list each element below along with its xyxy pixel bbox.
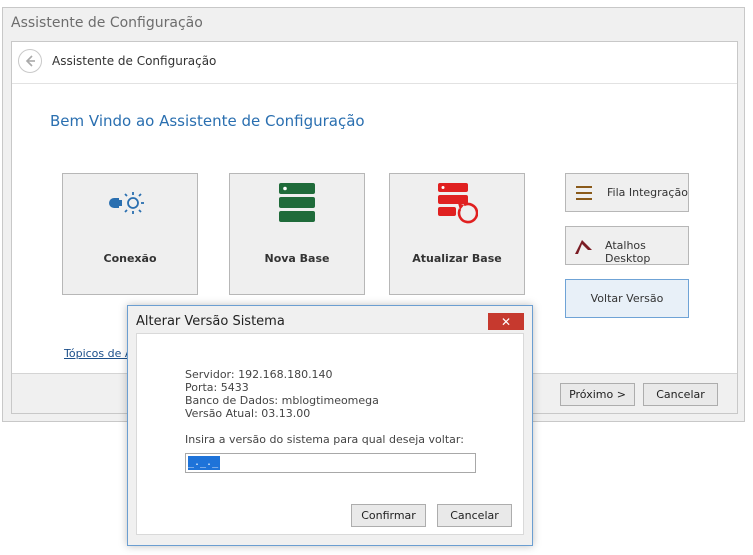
window-title: Assistente de Configuração: [11, 15, 203, 31]
dialog-panel: Servidor: 192.168.180.140 Porta: 5433 Ba…: [136, 333, 524, 535]
arrow-left-icon: [25, 55, 35, 67]
close-button[interactable]: ✕: [488, 313, 524, 330]
atalhos-label: Atalhos Desktop: [605, 239, 651, 265]
alterar-versao-dialog: Alterar Versão Sistema ✕ Servidor: 192.1…: [127, 305, 533, 546]
tile-label: Conexão: [103, 252, 157, 265]
atalhos-desktop-button[interactable]: Atalhos Desktop: [565, 226, 689, 265]
fila-label: Fila Integração: [607, 186, 688, 199]
database-info: Banco de Dados: mblogtimeomega: [185, 394, 379, 407]
back-button[interactable]: [18, 49, 42, 73]
connection-icon: [63, 182, 197, 224]
cancel-button[interactable]: Cancelar: [643, 383, 718, 406]
confirm-button[interactable]: Confirmar: [351, 504, 426, 527]
server-info: Servidor: 192.168.180.140: [185, 368, 333, 381]
version-prompt: Insira a versão do sistema para qual des…: [185, 433, 464, 446]
fila-integracao-button[interactable]: Fila Integração: [565, 173, 689, 212]
port-info: Porta: 5433: [185, 381, 249, 394]
dialog-title: Alterar Versão Sistema: [136, 314, 285, 329]
tile-label: Atualizar Base: [412, 252, 502, 265]
header-title: Assistente de Configuração: [52, 54, 217, 68]
database-refresh-icon: [390, 182, 524, 224]
help-topics-link[interactable]: Tópicos de Aj: [64, 347, 135, 360]
wizard-header: Assistente de Configuração: [12, 42, 737, 84]
shortcut-arrow-icon: [575, 240, 592, 254]
version-input-value: _._._: [188, 456, 220, 470]
list-icon: [576, 186, 592, 200]
current-version-info: Versão Atual: 03.13.00: [185, 407, 311, 420]
version-input[interactable]: _._._: [185, 453, 476, 473]
database-icon: [230, 182, 364, 224]
voltar-label: Voltar Versão: [590, 292, 664, 305]
tile-conexao[interactable]: Conexão: [62, 173, 198, 295]
tile-atualizar-base[interactable]: Atualizar Base: [389, 173, 525, 295]
tile-label: Nova Base: [264, 252, 330, 265]
tile-nova-base[interactable]: Nova Base: [229, 173, 365, 295]
close-icon: ✕: [500, 314, 512, 329]
dialog-cancel-button[interactable]: Cancelar: [437, 504, 512, 527]
welcome-title: Bem Vindo ao Assistente de Configuração: [50, 112, 365, 130]
voltar-versao-button[interactable]: Voltar Versão: [565, 279, 689, 318]
next-button[interactable]: Próximo >: [560, 383, 635, 406]
